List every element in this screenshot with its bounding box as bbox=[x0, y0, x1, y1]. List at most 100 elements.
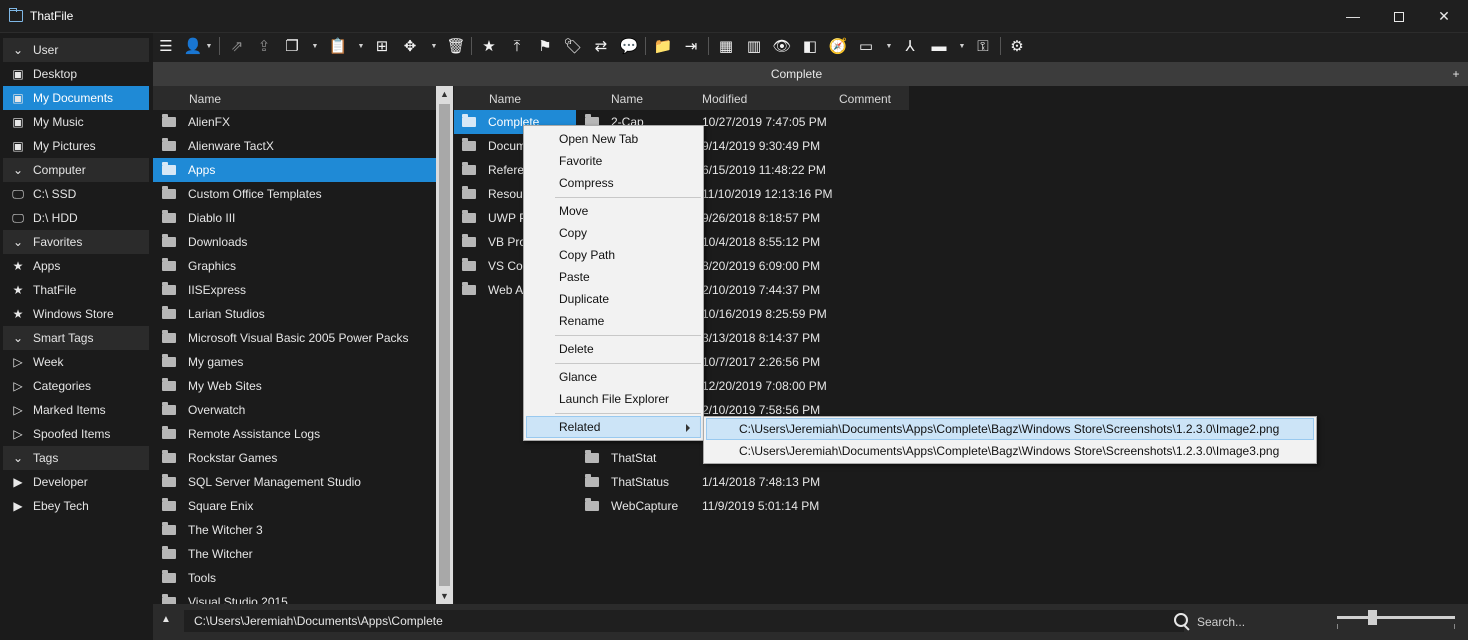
move-into-icon[interactable]: ⇥ bbox=[680, 36, 702, 56]
scrollbar[interactable]: ▲ ▼ bbox=[436, 86, 453, 604]
sidebar-item-my-documents[interactable]: ▣ My Documents bbox=[3, 86, 149, 110]
chevron-down-icon[interactable]: ▼ bbox=[885, 36, 893, 56]
list-item[interactable]: Microsoft Visual Basic 2005 Power Packs bbox=[153, 326, 436, 350]
chevron-down-icon[interactable]: ▼ bbox=[430, 36, 438, 56]
column-modified[interactable]: Modified bbox=[702, 92, 747, 106]
copy-icon[interactable]: ❐ bbox=[281, 36, 303, 56]
folder-icon[interactable]: 📁 bbox=[652, 36, 674, 56]
zoom-slider-thumb[interactable] bbox=[1368, 610, 1378, 625]
tiles-view-icon[interactable]: ▦ bbox=[715, 36, 737, 56]
swap-icon[interactable]: ⇄ bbox=[590, 36, 612, 56]
tab-complete[interactable]: Complete bbox=[153, 67, 1440, 81]
hamburger-menu-icon[interactable]: ☰ bbox=[155, 36, 177, 56]
list-item[interactable]: Graphics bbox=[153, 254, 436, 278]
list-item[interactable]: Custom Office Templates bbox=[153, 182, 436, 206]
sidebar-item-computer[interactable]: ⌄ Computer bbox=[3, 158, 149, 182]
tag-icon[interactable]: 🏷 bbox=[562, 36, 584, 56]
comment-icon[interactable]: 💬 bbox=[618, 36, 640, 56]
up-arrow-icon[interactable]: ▲ bbox=[161, 614, 171, 625]
search-icon[interactable] bbox=[1173, 613, 1191, 631]
sidebar-item-tags[interactable]: ⌄ Tags bbox=[3, 446, 149, 470]
list-item[interactable]: The Witcher bbox=[153, 542, 436, 566]
menu-item-duplicate[interactable]: Duplicate bbox=[526, 288, 701, 310]
menu-item-open-new-tab[interactable]: Open New Tab bbox=[526, 128, 701, 150]
list-item[interactable]: Apps bbox=[153, 158, 436, 182]
list-item[interactable]: IISExpress bbox=[153, 278, 436, 302]
eye-icon[interactable]: 👁 bbox=[771, 36, 793, 56]
sidebar-item-my-pictures[interactable]: ▣ My Pictures bbox=[3, 134, 149, 158]
settings-icon[interactable]: ⚙ bbox=[1006, 36, 1028, 56]
compass-icon[interactable]: 🧭 bbox=[827, 36, 849, 56]
column-comment[interactable]: Comment bbox=[839, 92, 891, 106]
scrollbar-thumb[interactable] bbox=[439, 104, 450, 586]
menu-item-move[interactable]: Move bbox=[526, 200, 701, 222]
add-icon[interactable]: ⊞ bbox=[371, 36, 393, 56]
merge-icon[interactable]: ⅄ bbox=[899, 36, 921, 56]
list-item[interactable]: Visual Studio 2015 bbox=[153, 590, 436, 604]
open-external-icon[interactable]: ⇗ bbox=[226, 36, 248, 56]
key-icon[interactable]: ⚿ bbox=[972, 36, 994, 56]
toggle-panel-icon[interactable]: ▬ bbox=[928, 36, 950, 56]
chevron-down-icon[interactable]: ▼ bbox=[205, 36, 213, 56]
list-item[interactable]: Square Enix bbox=[153, 494, 436, 518]
sidebar-item-my-music[interactable]: ▣ My Music bbox=[3, 110, 149, 134]
menu-item-delete[interactable]: Delete bbox=[526, 338, 701, 360]
chevron-down-icon[interactable]: ▼ bbox=[357, 36, 365, 56]
sidebar-item-favorites[interactable]: ⌄ Favorites bbox=[3, 230, 149, 254]
sidebar-item-marked-items[interactable]: ▷ Marked Items bbox=[3, 398, 149, 422]
menu-item-copy-path[interactable]: Copy Path bbox=[526, 244, 701, 266]
delete-icon[interactable]: 🗑 bbox=[445, 36, 467, 56]
list-item[interactable]: Alienware TactX bbox=[153, 134, 436, 158]
path-field[interactable]: C:\Users\Jeremiah\Documents\Apps\Complet… bbox=[184, 610, 1184, 632]
list-item[interactable]: Remote Assistance Logs bbox=[153, 422, 436, 446]
sidebar-item-week[interactable]: ▷ Week bbox=[3, 350, 149, 374]
flag-icon[interactable]: ⚑ bbox=[534, 36, 556, 56]
sidebar-item-smart-tags[interactable]: ⌄ Smart Tags bbox=[3, 326, 149, 350]
chevron-down-icon[interactable]: ▼ bbox=[958, 36, 966, 56]
scroll-up-arrow-icon[interactable]: ▲ bbox=[436, 86, 453, 102]
move-to-icon[interactable]: ⇪ bbox=[253, 36, 275, 56]
search-input[interactable]: Search... bbox=[1197, 615, 1245, 629]
list-item[interactable]: ThatStatus 1/14/2018 7:48:13 PM bbox=[576, 470, 916, 494]
submenu-item-related-file[interactable]: C:\Users\Jeremiah\Documents\Apps\Complet… bbox=[706, 418, 1314, 440]
window-icon[interactable]: ▭ bbox=[855, 36, 877, 56]
move-arrows-icon[interactable]: ✥ bbox=[399, 36, 421, 56]
list-item[interactable]: My Web Sites bbox=[153, 374, 436, 398]
menu-item-rename[interactable]: Rename bbox=[526, 310, 701, 332]
minimize-button[interactable]: — bbox=[1330, 0, 1376, 32]
submenu-item-related-file[interactable]: C:\Users\Jeremiah\Documents\Apps\Complet… bbox=[706, 440, 1314, 462]
clipboard-icon[interactable]: 📋 bbox=[327, 36, 349, 56]
list-item[interactable]: Diablo III bbox=[153, 206, 436, 230]
zoom-slider[interactable] bbox=[1337, 616, 1455, 619]
add-tab-button[interactable]: + bbox=[1448, 66, 1464, 82]
sidebar-item-ebey-tech[interactable]: ▶ Ebey Tech bbox=[3, 494, 149, 518]
menu-item-launch-file-explorer[interactable]: Launch File Explorer bbox=[526, 388, 701, 410]
sidebar-item-developer[interactable]: ▶ Developer bbox=[3, 470, 149, 494]
sidebar-item-categories[interactable]: ▷ Categories bbox=[3, 374, 149, 398]
menu-item-copy[interactable]: Copy bbox=[526, 222, 701, 244]
columns-view-icon[interactable]: ▥ bbox=[743, 36, 765, 56]
list-item[interactable]: Tools bbox=[153, 566, 436, 590]
list-item[interactable]: The Witcher 3 bbox=[153, 518, 436, 542]
sidebar-item-apps[interactable]: ★ Apps bbox=[3, 254, 149, 278]
pin-top-icon[interactable]: ⤒ bbox=[506, 36, 528, 56]
sidebar-item-spoofed-items[interactable]: ▷ Spoofed Items bbox=[3, 422, 149, 446]
menu-item-compress[interactable]: Compress bbox=[526, 172, 701, 194]
compare-icon[interactable]: ◧ bbox=[799, 36, 821, 56]
maximize-button[interactable] bbox=[1376, 0, 1422, 32]
sidebar-item-user[interactable]: ⌄ User bbox=[3, 38, 149, 62]
sidebar-item-windows-store[interactable]: ★ Windows Store bbox=[3, 302, 149, 326]
chevron-down-icon[interactable]: ▼ bbox=[311, 36, 319, 56]
menu-item-favorite[interactable]: Favorite bbox=[526, 150, 701, 172]
menu-item-glance[interactable]: Glance bbox=[526, 366, 701, 388]
column-name[interactable]: Name bbox=[489, 92, 521, 106]
list-item[interactable]: My games bbox=[153, 350, 436, 374]
sidebar-item-c-ssd[interactable]: 🖵 C:\ SSD bbox=[3, 182, 149, 206]
list-item[interactable]: AlienFX bbox=[153, 110, 436, 134]
menu-item-related[interactable]: Related bbox=[526, 416, 701, 438]
scroll-down-arrow-icon[interactable]: ▼ bbox=[436, 588, 453, 604]
sidebar-item-thatfile[interactable]: ★ ThatFile bbox=[3, 278, 149, 302]
user-icon[interactable]: 👤 bbox=[182, 36, 204, 56]
list-item[interactable]: SQL Server Management Studio bbox=[153, 470, 436, 494]
column-name[interactable]: Name bbox=[611, 92, 643, 106]
